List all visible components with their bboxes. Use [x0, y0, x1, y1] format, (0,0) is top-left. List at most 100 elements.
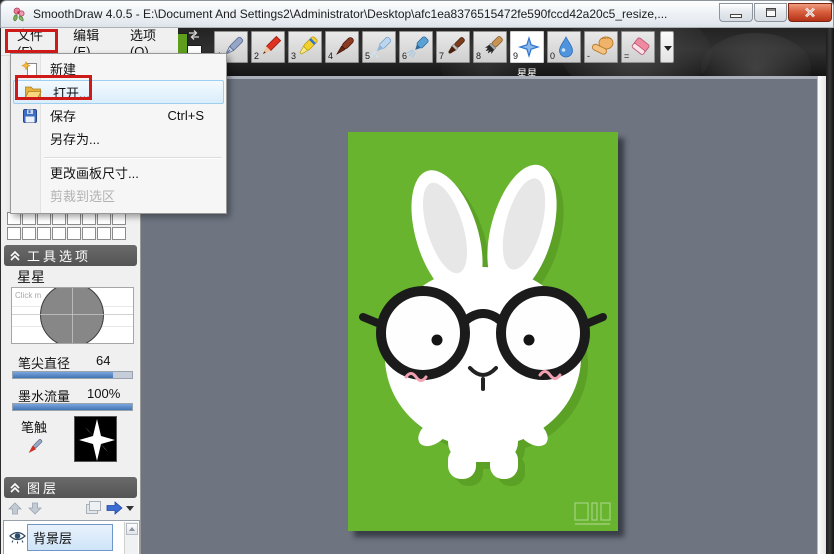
menu-item-save-as[interactable]: 另存为...: [11, 127, 226, 150]
vertical-scrollbar[interactable]: [817, 76, 826, 554]
menu-item-label: 更改画板尺寸...: [50, 163, 139, 182]
stroke-brush-icon: [23, 436, 45, 458]
tool-options-header[interactable]: 工具选项: [4, 245, 137, 266]
close-button[interactable]: [788, 3, 832, 22]
annotation-box-open-item: [15, 75, 92, 100]
watermark: [575, 503, 610, 525]
tool-button-bristle-brush[interactable]: 8: [473, 31, 507, 63]
layer-up-icon[interactable]: [8, 502, 22, 515]
close-icon: [804, 7, 816, 18]
canvas-workspace: [141, 76, 817, 554]
chevron-down-icon: [664, 46, 672, 51]
layer-move-icon[interactable]: [105, 500, 123, 516]
spray-icon: [405, 34, 431, 60]
layer-down-icon[interactable]: [28, 502, 42, 515]
rabbit-artwork: [348, 132, 618, 531]
app-window: 1 2 3 4 5: [0, 0, 834, 554]
smoothdraw-app-icon: [10, 6, 27, 23]
layers-header[interactable]: 图层: [4, 477, 137, 498]
palette-swatch[interactable]: [22, 227, 36, 240]
current-tool-name: 星星: [17, 267, 45, 287]
tool-dropdown-button[interactable]: [660, 31, 674, 63]
palette-swatch[interactable]: [7, 227, 21, 240]
selected-tool-label: 星星: [510, 65, 544, 76]
tool-button-airbrush[interactable]: 5: [362, 31, 396, 63]
maximize-button[interactable]: [754, 3, 787, 22]
menu-item-resize-canvas[interactable]: 更改画板尺寸...: [11, 161, 226, 184]
scroll-up-button[interactable]: [126, 523, 138, 535]
window-title: SmoothDraw 4.0.5 - E:\Document And Setti…: [33, 7, 667, 21]
maximize-icon: [766, 8, 776, 17]
layer-list: 背景层: [3, 520, 140, 554]
ink-flow-fill: [13, 404, 132, 410]
nib-diameter-fill: [13, 372, 113, 378]
layer-list-scrollbar[interactable]: [124, 522, 138, 554]
tool-button-ink-pen[interactable]: 4: [325, 31, 359, 63]
palette-swatch[interactable]: [82, 227, 96, 240]
palette-swatch[interactable]: [37, 227, 51, 240]
star-tool-icon: [516, 34, 542, 60]
bristle-brush-icon: [479, 34, 505, 60]
stroke-label: 笔触: [21, 417, 47, 436]
menu-item-label: 保存: [50, 106, 76, 125]
layer-row[interactable]: 背景层: [4, 521, 139, 554]
window-border: [826, 28, 834, 554]
palette-swatch[interactable]: [52, 227, 66, 240]
collapse-chevron-icon: [9, 250, 21, 262]
menu-item-crop-to-selection: 剪裁到选区: [11, 184, 226, 207]
tool-options-header-label: 工具选项: [27, 246, 91, 265]
swap-colors-icon[interactable]: [187, 29, 201, 41]
minimize-icon: [730, 14, 742, 18]
palette-swatch[interactable]: [67, 227, 81, 240]
palette-swatch[interactable]: [97, 227, 111, 240]
layer-properties-icon[interactable]: [85, 500, 102, 516]
palette-row: [7, 227, 127, 240]
menu-item-label: 剪裁到选区: [50, 186, 115, 205]
nib-diameter-label: 笔尖直径: [18, 353, 70, 372]
layers-header-label: 图层: [27, 478, 59, 497]
tool-button-pencil[interactable]: 2: [251, 31, 285, 63]
layer-move-caret-icon[interactable]: [126, 506, 134, 511]
tool-button-marker[interactable]: 3: [288, 31, 322, 63]
layer-name-field[interactable]: 背景层: [27, 524, 113, 551]
annotation-box-file-menu: [5, 29, 58, 53]
ink-pen-icon: [331, 34, 357, 60]
pencil-icon: [257, 34, 283, 60]
ink-flow-value: 100%: [87, 386, 120, 401]
water-drop-icon: [553, 34, 579, 60]
tool-button-spray[interactable]: 6: [399, 31, 433, 63]
paint-brush-icon: [442, 34, 468, 60]
tool-button-star[interactable]: 9: [510, 31, 544, 63]
menu-item-label: 另存为...: [50, 129, 100, 148]
eraser-icon: [627, 34, 653, 60]
brush-tip-preview[interactable]: [74, 416, 117, 462]
marker-icon: [294, 34, 320, 60]
layer-name: 背景层: [33, 528, 72, 547]
airbrush-icon: [368, 34, 394, 60]
nib-diameter-slider[interactable]: [12, 371, 133, 379]
palette-swatch[interactable]: [112, 227, 126, 240]
menu-separator: [44, 157, 222, 158]
preview-hint-text: Click m: [15, 291, 41, 300]
triangle-up-icon: [129, 527, 135, 531]
save-floppy-icon: [18, 107, 42, 125]
smudge-finger-icon: [590, 34, 616, 60]
tool-button-eraser[interactable]: =: [621, 31, 655, 63]
menu-shortcut: Ctrl+S: [168, 108, 204, 123]
drawing-canvas[interactable]: [348, 132, 618, 531]
menu-item-save[interactable]: 保存 Ctrl+S: [11, 104, 226, 127]
tool-button-water-drop[interactable]: 0: [547, 31, 581, 63]
toolbar: 1 2 3 4 5: [141, 28, 826, 76]
collapse-chevron-icon: [9, 482, 21, 494]
brush-preview-box[interactable]: Click m: [11, 287, 134, 344]
tool-button-paint-brush[interactable]: 7: [436, 31, 470, 63]
star-tip-icon: [75, 417, 118, 463]
toolbar-decor: [701, 33, 811, 76]
tool-button-smudge-finger[interactable]: -: [584, 31, 618, 63]
ink-flow-slider[interactable]: [12, 403, 133, 411]
layer-visibility-eye-icon[interactable]: [9, 530, 26, 545]
preview-crosshair: [72, 288, 73, 343]
nib-diameter-value: 64: [96, 353, 110, 368]
titlebar: SmoothDraw 4.0.5 - E:\Document And Setti…: [0, 0, 834, 28]
minimize-button[interactable]: [719, 3, 753, 22]
